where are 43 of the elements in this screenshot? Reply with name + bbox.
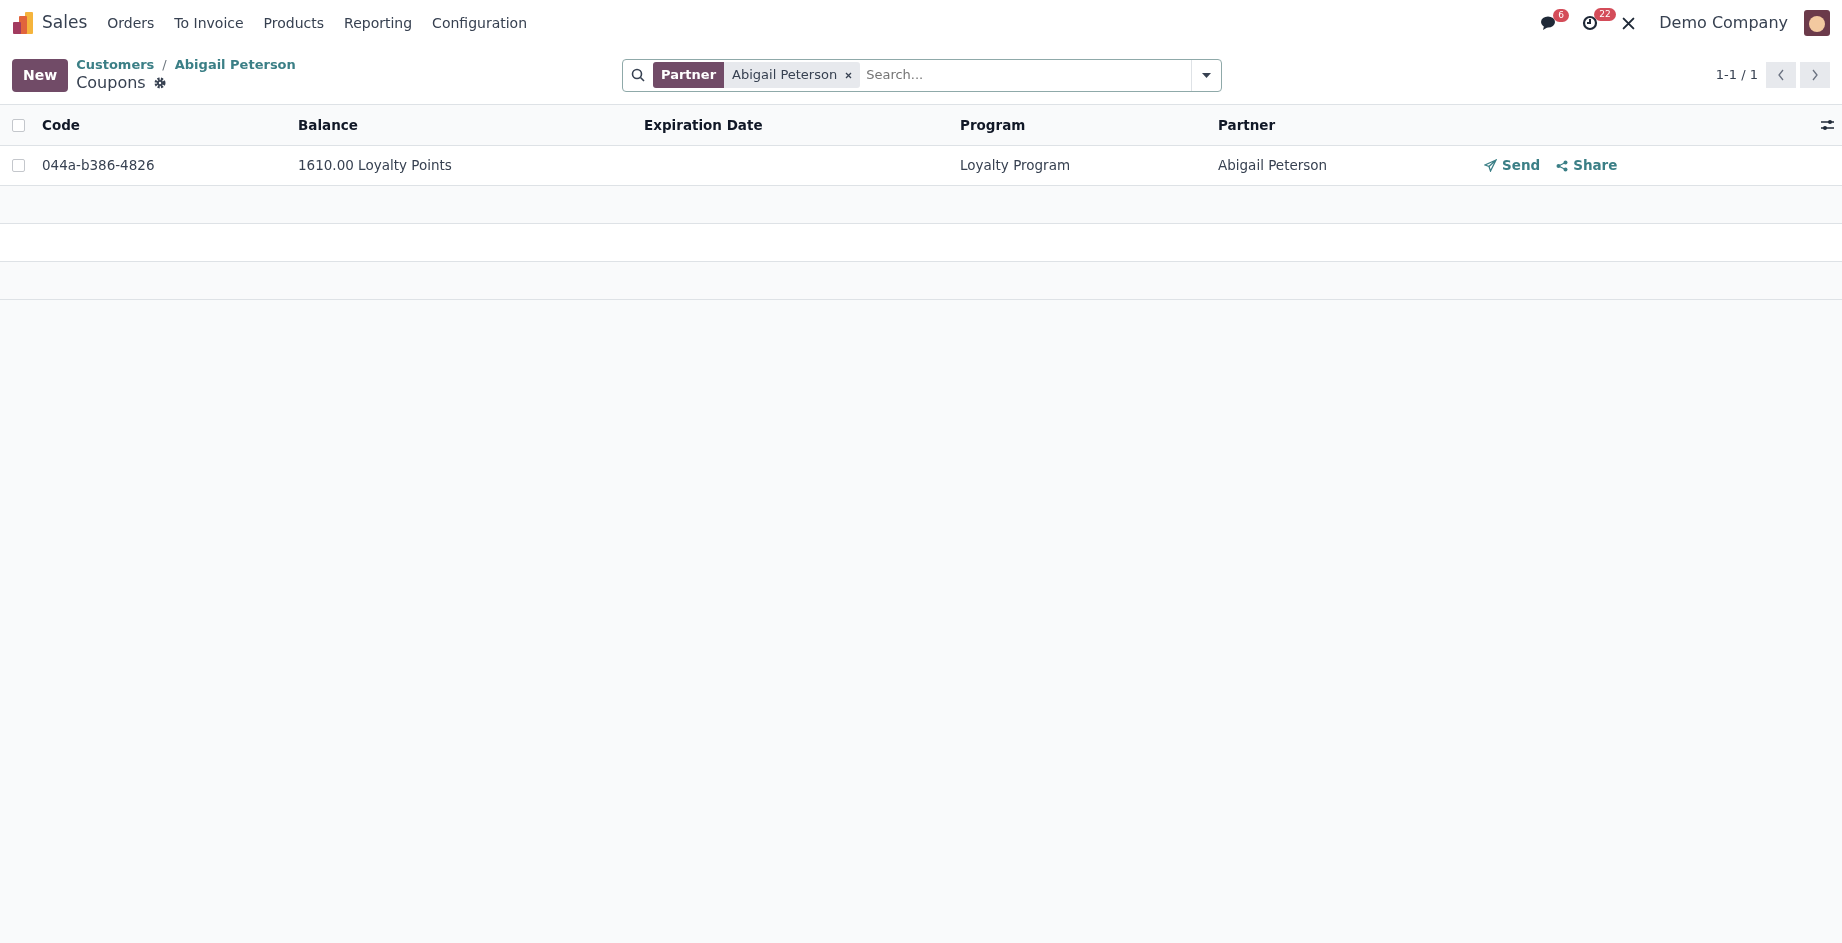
caret-icon[interactable]: [1202, 72, 1211, 78]
close-icon[interactable]: [845, 71, 853, 79]
breadcrumb-link[interactable]: Customers: [76, 56, 155, 74]
paper-plane-icon: [1484, 159, 1497, 172]
column-header[interactable]: Partner: [1218, 114, 1484, 136]
table-cell: Loyalty Program: [960, 157, 1071, 174]
facet-label: Partner: [653, 62, 725, 88]
menu-item[interactable]: To Invoice: [164, 12, 254, 34]
count-badge: 6: [1553, 8, 1569, 22]
menu-item[interactable]: Orders: [97, 12, 165, 34]
search-field[interactable]: Partner Abigail Peterson Search...: [622, 58, 1222, 92]
menu-item[interactable]: Configuration: [422, 12, 538, 34]
menu-item[interactable]: Products: [253, 12, 335, 34]
table-cell: 044a-b386-4826: [42, 157, 155, 174]
new-button[interactable]: New: [12, 58, 69, 92]
count-badge: 22: [1594, 8, 1616, 21]
avatar-icon[interactable]: [1804, 10, 1830, 36]
select-all-checkbox[interactable]: [12, 118, 25, 132]
table-cell: 1610.00 Loyalty Points: [298, 157, 452, 174]
breadcrumb-link[interactable]: Abigail Peterson: [174, 56, 296, 74]
column-header[interactable]: Balance: [298, 114, 644, 136]
clock-icon[interactable]: [1582, 15, 1599, 31]
app-name-link[interactable]: Sales: [34, 10, 98, 36]
column-header[interactable]: Program: [960, 114, 1218, 136]
send-link[interactable]: Send: [1484, 155, 1541, 176]
table-cell: Abigail Peterson: [1218, 157, 1328, 174]
page-title: Coupons: [76, 73, 146, 94]
sliders-icon[interactable]: [1821, 119, 1834, 131]
chevron-left-icon: [1777, 69, 1785, 81]
column-header[interactable]: Code: [42, 114, 298, 136]
facet-value: Abigail Peterson: [732, 66, 838, 85]
column-header[interactable]: Expiration Date: [644, 114, 960, 136]
row-checkbox[interactable]: [12, 159, 25, 172]
app-logo-icon[interactable]: [12, 12, 34, 34]
chevron-right-icon: [1811, 69, 1819, 81]
search-icon: [631, 68, 645, 82]
pager-value: 1-1 / 1: [1715, 66, 1758, 85]
breadcrumb-separator: /: [162, 56, 167, 74]
menu-item[interactable]: Reporting: [334, 12, 423, 34]
gear-icon[interactable]: [153, 77, 166, 90]
share-icon: [1556, 159, 1569, 172]
share-link[interactable]: Share: [1556, 155, 1618, 176]
company-name[interactable]: Demo Company: [1659, 11, 1788, 35]
